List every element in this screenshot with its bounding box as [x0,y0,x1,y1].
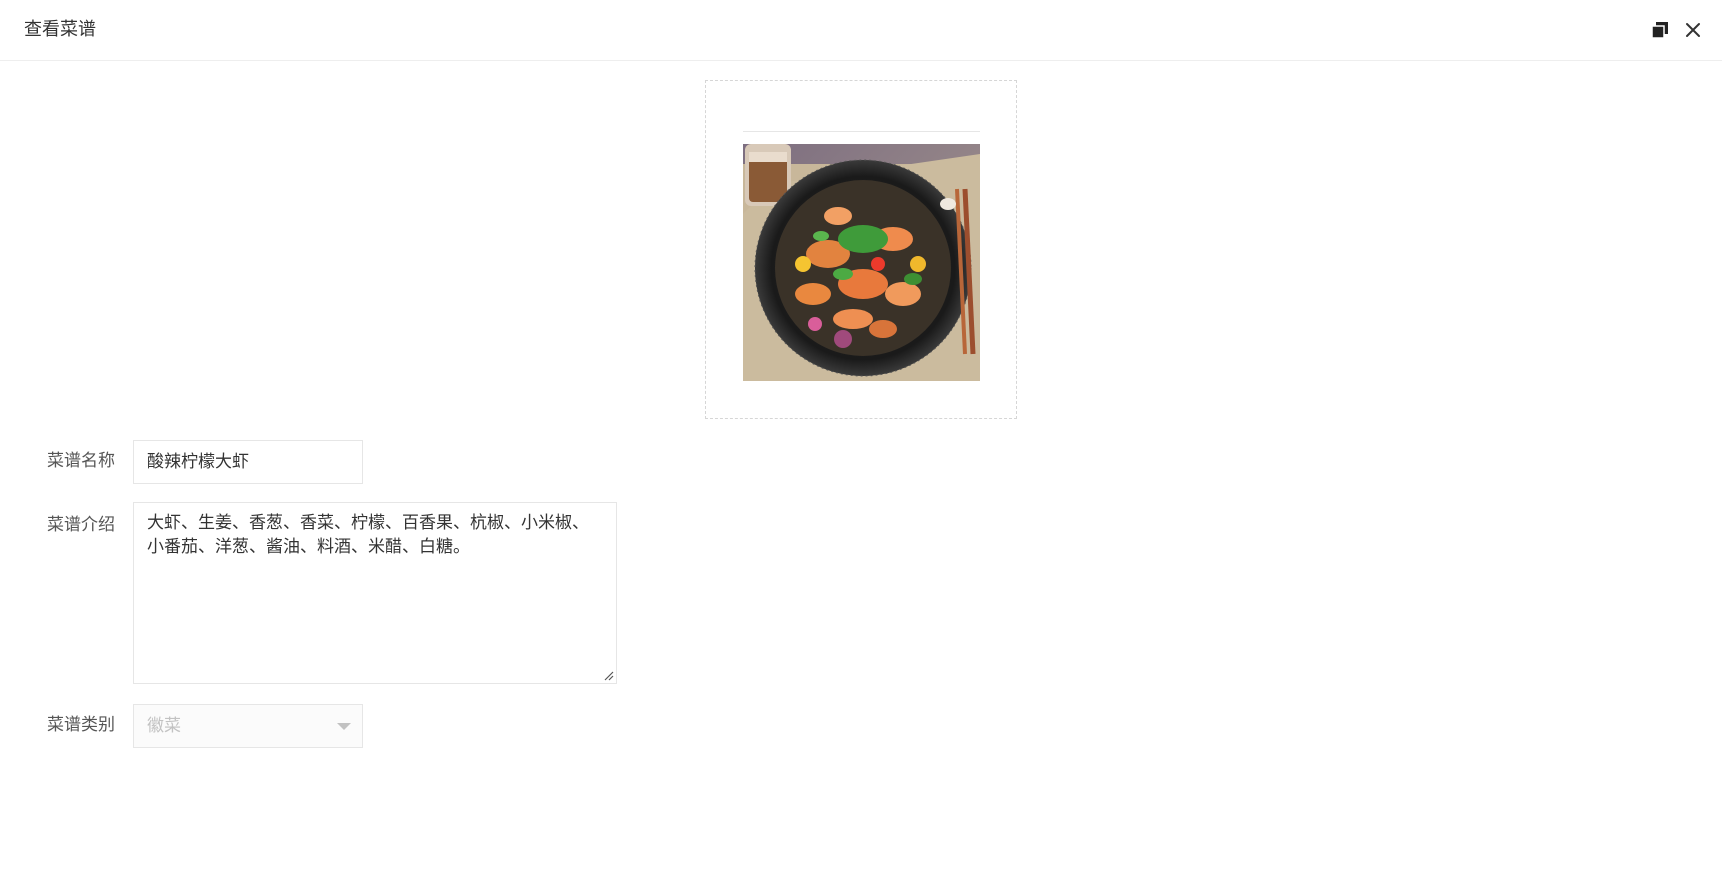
dialog-header: 查看菜谱 [0,0,1722,61]
recipe-photo [743,144,980,381]
recipe-category-select[interactable]: 徽菜 [133,704,363,748]
close-icon [1686,23,1700,37]
upload-divider [743,131,980,132]
recipe-category-value: 徽菜 [147,716,181,736]
recipe-name-label: 菜谱名称 [47,451,115,471]
close-button[interactable] [1681,18,1705,42]
resize-grip-icon[interactable] [602,669,614,681]
recipe-name-input[interactable]: 酸辣柠檬大虾 [133,440,363,484]
image-upload-area[interactable] [705,80,1017,419]
recipe-dialog: 查看菜谱 菜谱名称 酸辣柠檬大虾 菜谱介绍 大虾、生姜、香葱、香菜、柠檬、百香果… [0,0,1722,871]
recipe-intro-textarea[interactable]: 大虾、生姜、香葱、香菜、柠檬、百香果、杭椒、小米椒、小番茄、洋葱、酱油、料酒、米… [133,502,617,684]
recipe-intro-text: 大虾、生姜、香葱、香菜、柠檬、百香果、杭椒、小米椒、小番茄、洋葱、酱油、料酒、米… [147,513,589,557]
maximize-button[interactable] [1648,18,1672,42]
recipe-category-label: 菜谱类别 [47,715,115,735]
dialog-title: 查看菜谱 [24,19,96,40]
maximize-icon [1651,22,1668,39]
dropdown-arrow-icon [337,723,351,730]
recipe-intro-label: 菜谱介绍 [47,515,115,535]
